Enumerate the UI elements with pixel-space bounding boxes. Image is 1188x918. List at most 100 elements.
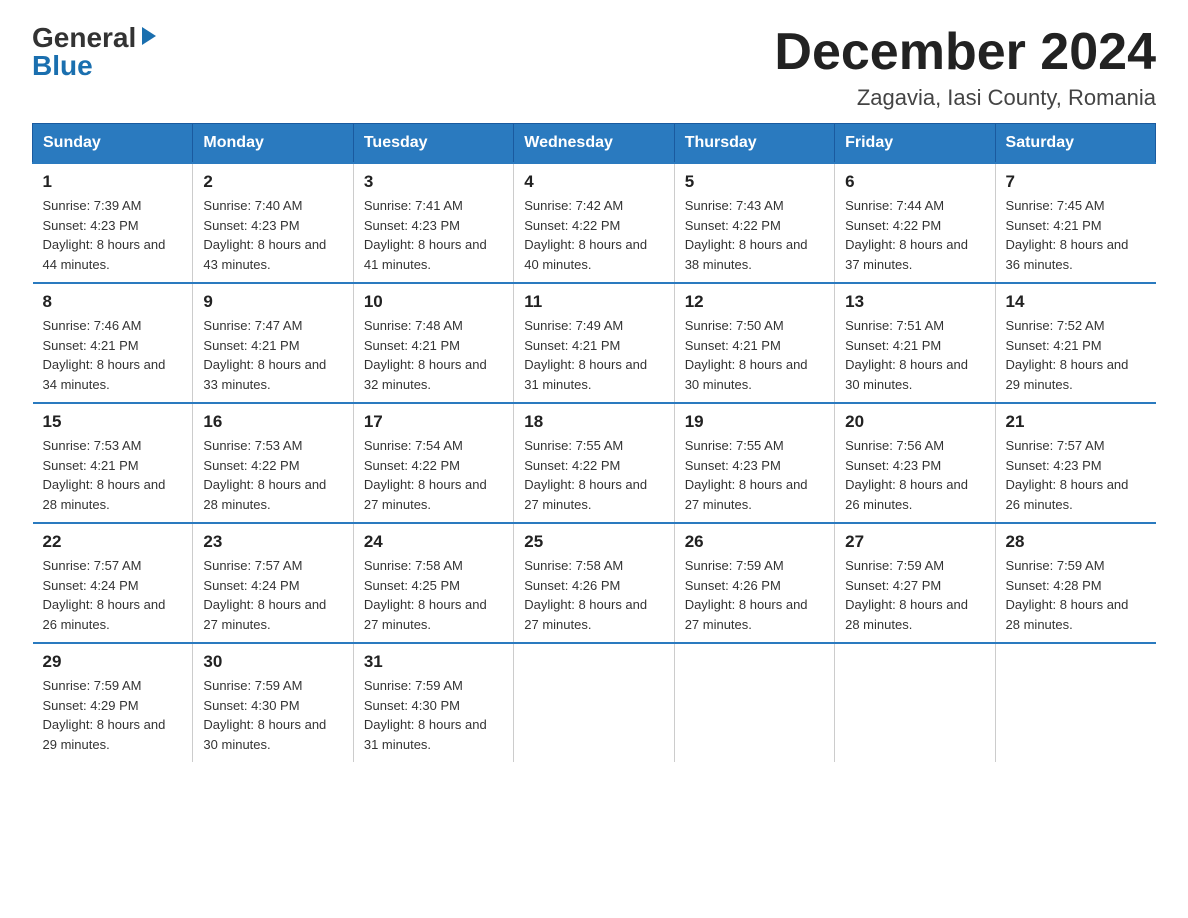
calendar-header-row: SundayMondayTuesdayWednesdayThursdayFrid… xyxy=(33,124,1156,164)
calendar-cell xyxy=(995,643,1155,762)
calendar-cell: 25Sunrise: 7:58 AMSunset: 4:26 PMDayligh… xyxy=(514,523,674,643)
calendar-cell: 7 Sunrise: 7:45 AMSunset: 4:21 PMDaylight… xyxy=(995,163,1155,283)
calendar-cell: 23 Sunrise: 7:57 AMSunset: 4:24 PMDayligh… xyxy=(193,523,353,643)
calendar-cell: 2 Sunrise: 7:40 AMSunset: 4:23 PMDaylight… xyxy=(193,163,353,283)
logo: General Blue xyxy=(32,24,160,80)
day-number: 18 xyxy=(524,412,663,432)
calendar-cell xyxy=(674,643,834,762)
logo-arrow-icon xyxy=(138,25,160,47)
day-number: 10 xyxy=(364,292,503,312)
day-info: Sunrise: 7:59 AMSunset: 4:29 PMDaylight:… xyxy=(43,676,183,754)
calendar-cell: 22 Sunrise: 7:57 AMSunset: 4:24 PMDayligh… xyxy=(33,523,193,643)
day-info: Sunrise: 7:55 AMSunset: 4:23 PMDaylight:… xyxy=(685,436,824,514)
calendar-cell: 5 Sunrise: 7:43 AMSunset: 4:22 PMDaylight… xyxy=(674,163,834,283)
calendar-cell: 8Sunrise: 7:46 AMSunset: 4:21 PMDaylight… xyxy=(33,283,193,403)
calendar-cell: 11Sunrise: 7:49 AMSunset: 4:21 PMDayligh… xyxy=(514,283,674,403)
day-info: Sunrise: 7:39 AMSunset: 4:23 PMDaylight:… xyxy=(43,196,183,274)
day-info: Sunrise: 7:59 AMSunset: 4:27 PMDaylight:… xyxy=(845,556,984,634)
day-number: 20 xyxy=(845,412,984,432)
day-info: Sunrise: 7:41 AMSunset: 4:23 PMDaylight:… xyxy=(364,196,503,274)
calendar-cell: 13Sunrise: 7:51 AMSunset: 4:21 PMDayligh… xyxy=(835,283,995,403)
day-number: 16 xyxy=(203,412,342,432)
day-number: 7 xyxy=(1006,172,1146,192)
day-number: 17 xyxy=(364,412,503,432)
day-info: Sunrise: 7:59 AMSunset: 4:26 PMDaylight:… xyxy=(685,556,824,634)
location-text: Zagavia, Iasi County, Romania xyxy=(774,85,1156,111)
logo-blue-text: Blue xyxy=(32,52,93,80)
day-info: Sunrise: 7:57 AMSunset: 4:24 PMDaylight:… xyxy=(43,556,183,634)
calendar-table: SundayMondayTuesdayWednesdayThursdayFrid… xyxy=(32,123,1156,762)
day-number: 4 xyxy=(524,172,663,192)
calendar-week-row: 29 Sunrise: 7:59 AMSunset: 4:29 PMDayligh… xyxy=(33,643,1156,762)
day-number: 3 xyxy=(364,172,503,192)
calendar-cell: 17Sunrise: 7:54 AMSunset: 4:22 PMDayligh… xyxy=(353,403,513,523)
day-number: 5 xyxy=(685,172,824,192)
calendar-cell: 16 Sunrise: 7:53 AMSunset: 4:22 PMDayligh… xyxy=(193,403,353,523)
day-info: Sunrise: 7:57 AMSunset: 4:23 PMDaylight:… xyxy=(1006,436,1146,514)
day-info: Sunrise: 7:51 AMSunset: 4:21 PMDaylight:… xyxy=(845,316,984,394)
calendar-cell: 20Sunrise: 7:56 AMSunset: 4:23 PMDayligh… xyxy=(835,403,995,523)
month-title: December 2024 xyxy=(774,24,1156,81)
calendar-cell: 31 Sunrise: 7:59 AMSunset: 4:30 PMDayligh… xyxy=(353,643,513,762)
day-info: Sunrise: 7:59 AMSunset: 4:28 PMDaylight:… xyxy=(1006,556,1146,634)
day-info: Sunrise: 7:59 AMSunset: 4:30 PMDaylight:… xyxy=(364,676,503,754)
day-number: 26 xyxy=(685,532,824,552)
calendar-cell: 12 Sunrise: 7:50 AMSunset: 4:21 PMDayligh… xyxy=(674,283,834,403)
calendar-cell: 24 Sunrise: 7:58 AMSunset: 4:25 PMDayligh… xyxy=(353,523,513,643)
calendar-cell: 3 Sunrise: 7:41 AMSunset: 4:23 PMDaylight… xyxy=(353,163,513,283)
day-number: 29 xyxy=(43,652,183,672)
day-number: 9 xyxy=(203,292,342,312)
calendar-cell: 18 Sunrise: 7:55 AMSunset: 4:22 PMDayligh… xyxy=(514,403,674,523)
calendar-cell: 26 Sunrise: 7:59 AMSunset: 4:26 PMDayligh… xyxy=(674,523,834,643)
calendar-cell: 21Sunrise: 7:57 AMSunset: 4:23 PMDayligh… xyxy=(995,403,1155,523)
day-info: Sunrise: 7:43 AMSunset: 4:22 PMDaylight:… xyxy=(685,196,824,274)
day-number: 31 xyxy=(364,652,503,672)
header-saturday: Saturday xyxy=(995,124,1155,164)
day-number: 28 xyxy=(1006,532,1146,552)
day-number: 14 xyxy=(1006,292,1146,312)
day-info: Sunrise: 7:44 AMSunset: 4:22 PMDaylight:… xyxy=(845,196,984,274)
day-info: Sunrise: 7:50 AMSunset: 4:21 PMDaylight:… xyxy=(685,316,824,394)
header-monday: Monday xyxy=(193,124,353,164)
day-info: Sunrise: 7:53 AMSunset: 4:21 PMDaylight:… xyxy=(43,436,183,514)
calendar-cell xyxy=(514,643,674,762)
calendar-week-row: 15 Sunrise: 7:53 AMSunset: 4:21 PMDayligh… xyxy=(33,403,1156,523)
calendar-week-row: 22 Sunrise: 7:57 AMSunset: 4:24 PMDayligh… xyxy=(33,523,1156,643)
day-number: 30 xyxy=(203,652,342,672)
day-info: Sunrise: 7:45 AMSunset: 4:21 PMDaylight:… xyxy=(1006,196,1146,274)
day-number: 24 xyxy=(364,532,503,552)
day-info: Sunrise: 7:47 AMSunset: 4:21 PMDaylight:… xyxy=(203,316,342,394)
day-info: Sunrise: 7:59 AMSunset: 4:30 PMDaylight:… xyxy=(203,676,342,754)
header-wednesday: Wednesday xyxy=(514,124,674,164)
day-number: 23 xyxy=(203,532,342,552)
calendar-cell xyxy=(835,643,995,762)
calendar-cell: 28 Sunrise: 7:59 AMSunset: 4:28 PMDayligh… xyxy=(995,523,1155,643)
calendar-cell: 6Sunrise: 7:44 AMSunset: 4:22 PMDaylight… xyxy=(835,163,995,283)
day-info: Sunrise: 7:48 AMSunset: 4:21 PMDaylight:… xyxy=(364,316,503,394)
page-header: General Blue December 2024 Zagavia, Iasi… xyxy=(32,24,1156,111)
day-number: 25 xyxy=(524,532,663,552)
day-number: 12 xyxy=(685,292,824,312)
day-number: 2 xyxy=(203,172,342,192)
calendar-cell: 30 Sunrise: 7:59 AMSunset: 4:30 PMDayligh… xyxy=(193,643,353,762)
calendar-cell: 1 Sunrise: 7:39 AMSunset: 4:23 PMDaylight… xyxy=(33,163,193,283)
day-number: 11 xyxy=(524,292,663,312)
day-info: Sunrise: 7:52 AMSunset: 4:21 PMDaylight:… xyxy=(1006,316,1146,394)
day-info: Sunrise: 7:46 AMSunset: 4:21 PMDaylight:… xyxy=(43,316,183,394)
day-number: 15 xyxy=(43,412,183,432)
calendar-cell: 15 Sunrise: 7:53 AMSunset: 4:21 PMDayligh… xyxy=(33,403,193,523)
calendar-cell: 19 Sunrise: 7:55 AMSunset: 4:23 PMDayligh… xyxy=(674,403,834,523)
header-tuesday: Tuesday xyxy=(353,124,513,164)
calendar-cell: 10 Sunrise: 7:48 AMSunset: 4:21 PMDayligh… xyxy=(353,283,513,403)
day-info: Sunrise: 7:53 AMSunset: 4:22 PMDaylight:… xyxy=(203,436,342,514)
day-info: Sunrise: 7:58 AMSunset: 4:25 PMDaylight:… xyxy=(364,556,503,634)
day-number: 27 xyxy=(845,532,984,552)
calendar-cell: 4Sunrise: 7:42 AMSunset: 4:22 PMDaylight… xyxy=(514,163,674,283)
day-info: Sunrise: 7:40 AMSunset: 4:23 PMDaylight:… xyxy=(203,196,342,274)
day-number: 1 xyxy=(43,172,183,192)
day-info: Sunrise: 7:55 AMSunset: 4:22 PMDaylight:… xyxy=(524,436,663,514)
calendar-cell: 27 Sunrise: 7:59 AMSunset: 4:27 PMDayligh… xyxy=(835,523,995,643)
day-number: 19 xyxy=(685,412,824,432)
day-number: 22 xyxy=(43,532,183,552)
day-info: Sunrise: 7:57 AMSunset: 4:24 PMDaylight:… xyxy=(203,556,342,634)
